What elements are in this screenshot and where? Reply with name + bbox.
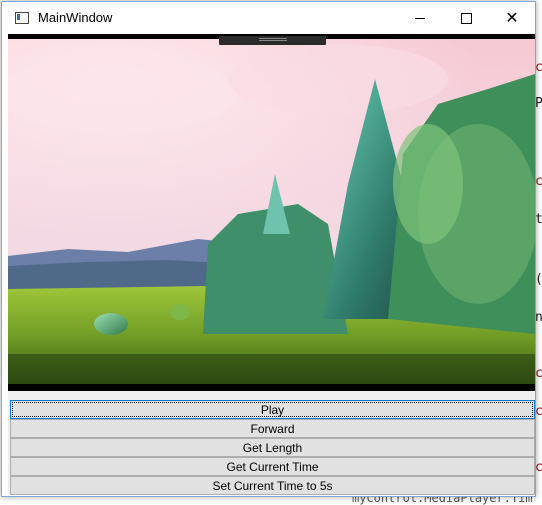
control-buttons: Play Forward Get Length Get Current Time… xyxy=(10,400,535,495)
media-player-video[interactable] xyxy=(8,34,535,391)
bg-code-char: c xyxy=(535,404,542,419)
main-window: MainWindow ✕ Play Forward Get Length Get… xyxy=(1,1,536,497)
bg-code-char: c xyxy=(535,60,542,75)
set-current-time-button[interactable]: Set Current Time to 5s xyxy=(10,476,535,495)
forward-button[interactable]: Forward xyxy=(10,419,535,438)
bg-code-char: c xyxy=(535,174,542,189)
maximize-button[interactable] xyxy=(443,2,489,34)
bg-code-char: P xyxy=(535,96,542,111)
window-title: MainWindow xyxy=(38,10,113,25)
title-bar[interactable]: MainWindow ✕ xyxy=(2,2,535,34)
app-icon xyxy=(15,12,29,24)
bg-code-char: n xyxy=(535,310,542,325)
minimize-icon xyxy=(415,17,425,19)
minimize-button[interactable] xyxy=(397,2,443,34)
client-area: Play Forward Get Length Get Current Time… xyxy=(8,34,535,495)
get-current-time-button[interactable]: Get Current Time xyxy=(10,457,535,476)
video-drag-handle[interactable] xyxy=(219,36,326,45)
bg-code-char: c xyxy=(535,460,542,475)
bg-code-char: ( xyxy=(535,272,542,287)
close-button[interactable]: ✕ xyxy=(489,2,535,34)
maximize-icon xyxy=(460,12,472,24)
bg-code-char: c xyxy=(535,366,542,381)
play-button[interactable]: Play xyxy=(10,400,535,419)
video-frame xyxy=(8,34,535,391)
close-icon: ✕ xyxy=(505,8,519,27)
bg-code-char: t xyxy=(535,212,542,227)
get-length-button[interactable]: Get Length xyxy=(10,438,535,457)
